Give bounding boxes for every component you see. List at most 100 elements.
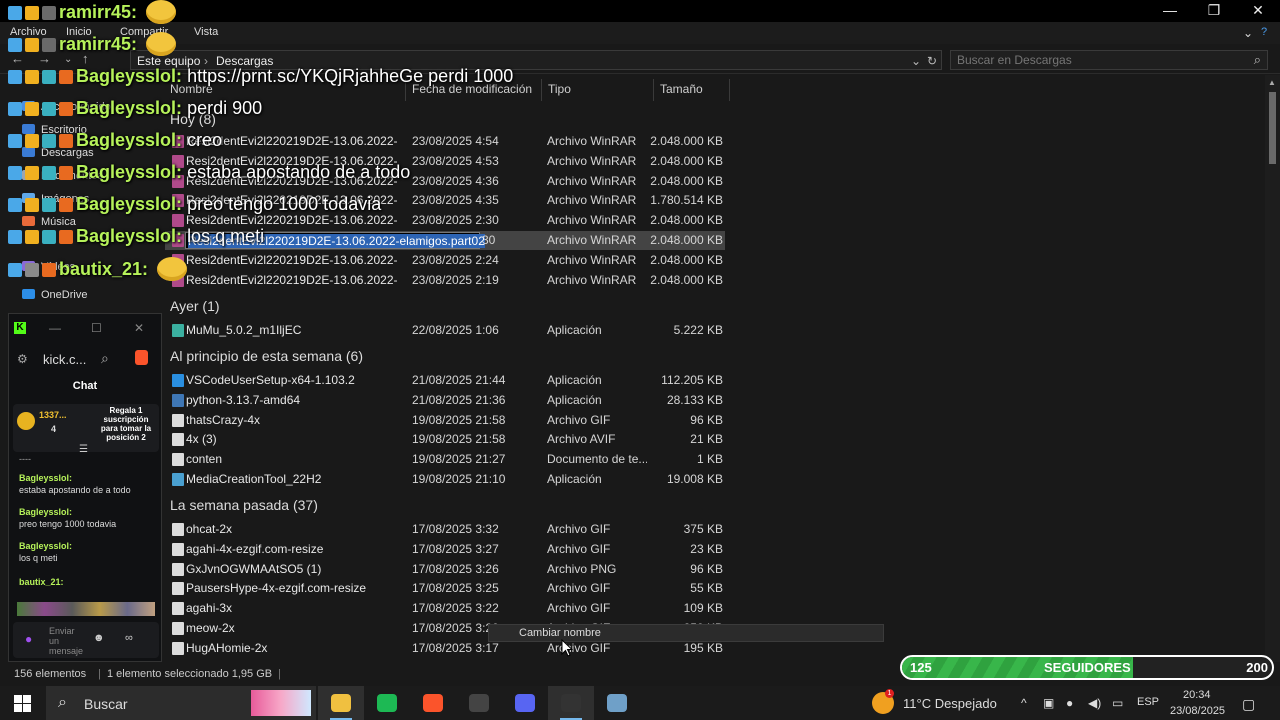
help-icon[interactable]: ? [1261,26,1267,38]
file-type: Archivo WinRAR [547,213,637,228]
vertical-scrollbar[interactable]: ▲ [1265,75,1280,662]
file-row[interactable]: thatsCrazy-4x 19/08/2025 21:58 Archivo GIF… [165,411,725,430]
chat-input[interactable]: ● Enviar un mensaje ☻ ∞ [13,622,159,658]
chat-input-placeholder: Enviar un mensaje [49,626,84,656]
clock-date[interactable]: 23/08/2025 [1170,705,1225,717]
file-name: MuMu_5.0.2_m1IljEC [186,323,302,337]
close-button[interactable]: ✕ [1236,0,1280,22]
file-type: Archivo GIF [547,522,611,536]
group-header[interactable]: Ayer (1) [170,298,220,314]
taskbar-search[interactable]: ⌕ Buscar [46,686,316,720]
column-header-size[interactable]: Tamaño [660,82,703,96]
mic-icon[interactable]: ● [25,632,32,646]
taskbar-app-obs[interactable] [456,686,502,720]
column-header-type[interactable]: Tipo [548,82,571,96]
chat-username: Bagleysslol: [76,130,183,150]
file-row[interactable]: MediaCreationTool_22H2 19/08/2025 21:10 Ap… [165,470,725,489]
taskbar-app-brave[interactable] [410,686,456,720]
ribbon-expand-icon[interactable]: ⌄ [1243,26,1253,40]
show-hidden-icons-icon[interactable]: ^ [1021,696,1027,710]
collapse-icon[interactable]: ☰ [79,444,88,455]
tray-app-icon[interactable]: ▣ [1043,696,1054,710]
file-row[interactable]: python-3.13.7-amd64 21/08/2025 21:36 Aplic… [165,391,725,410]
settings-icon[interactable]: ∞ [125,632,133,644]
brave-shield-icon[interactable] [135,350,148,365]
file-name: MediaCreationTool_22H2 [186,472,322,486]
popup-maximize-button[interactable]: ☐ [91,321,102,335]
start-button[interactable] [0,686,46,720]
popup-minimize-button[interactable]: — [49,321,61,335]
tab-vista[interactable]: Vista [194,26,218,38]
file-name: PausersHype-4x-ezgif.com-resize [186,581,367,596]
file-date: 19/08/2025 21:27 [412,452,506,467]
group-header[interactable]: La semana pasada (37) [170,497,318,513]
maximize-button[interactable]: ❐ [1192,0,1236,22]
search-input[interactable] [957,53,1237,67]
gift-icon [17,412,35,430]
badge-icon [25,230,39,244]
badge-icon [42,198,56,212]
site-settings-icon[interactable]: ⚙ [17,352,28,366]
file-size: 55 KB [690,581,723,596]
search-box[interactable]: ⌕ [950,50,1268,70]
file-date: 19/08/2025 21:10 [412,472,506,486]
scroll-up-icon[interactable]: ▲ [1268,78,1276,87]
overlay-chat-message: Bagleysslol: creo [8,130,222,160]
popup-close-button[interactable]: ✕ [134,321,144,335]
nav-item[interactable]: OneDrive [22,289,87,301]
file-row[interactable]: Resi2dentEvi2l220219D2E-13.06.2022-ela..… [165,132,725,151]
emote-strip[interactable] [17,602,155,616]
weather-text[interactable]: 11°C Despejado [903,696,997,711]
taskbar-app-spotify[interactable] [364,686,410,720]
taskbar-app-chrome-app[interactable] [548,686,594,720]
column-divider[interactable] [653,79,654,101]
file-row[interactable]: conten 19/08/2025 21:27 Documento de te...… [165,450,725,469]
emote-bar[interactable] [13,600,159,618]
file-name: meow-2x [186,621,235,635]
file-row[interactable]: ohcat-2x 17/08/2025 3:32 Archivo GIF 375 KB [165,520,725,539]
chat-message-text: https://prnt.sc/YKQjRjahheGe perdi 1000 [187,66,514,86]
file-row[interactable]: MuMu_5.0.2_m1IljEC 22/08/2025 1:06 Aplicac… [165,321,725,340]
column-divider[interactable] [729,79,730,101]
zoom-icon[interactable]: ⌕ [101,350,109,367]
popup-url[interactable]: kick.c... [43,352,86,367]
chat-username: Bagleysslol: [76,226,183,246]
file-row[interactable]: PausersHype-4x-ezgif.com-resize 17/08/202… [165,579,725,598]
scroll-thumb[interactable] [1269,92,1276,164]
file-row[interactable]: GxJvnOGWMAAtSO5 (1) 17/08/2025 3:26 Archiv… [165,560,725,579]
emote-picker-icon[interactable]: ☻ [93,632,105,644]
badge-icon [42,263,56,277]
taskbar-app-editor[interactable] [594,686,640,720]
file-row[interactable]: Resi2dentEvi2l220219D2E-13.06.2022-ela..… [165,271,725,290]
address-dropdown-icon[interactable]: ⌄ [911,54,921,68]
kick-chat-message: Bagleysslol: preo tengo 1000 todavia [19,506,116,530]
file-row[interactable]: 4x (3) 19/08/2025 21:58 Archivo AVIF 21 KB [165,430,725,449]
microphone-icon[interactable]: ● [1066,696,1073,710]
badge-icon [8,134,22,148]
badge-icon [8,38,22,52]
badge-icon [59,198,73,212]
group-header[interactable]: Al principio de esta semana (6) [170,348,363,364]
file-type: Archivo GIF [547,601,611,616]
chat-username: bautix_21: [59,259,149,279]
network-icon[interactable]: ▭ [1112,696,1123,710]
volume-icon[interactable]: ◀) [1088,696,1101,710]
refresh-icon[interactable]: ↻ [927,54,937,68]
file-name: HugAHomie-2x [186,640,268,655]
file-row[interactable]: VSCodeUserSetup-x64-1.103.2 21/08/2025 21… [165,371,725,390]
minimize-button[interactable]: — [1148,0,1192,22]
file-row[interactable]: agahi-4x-ezgif.com-resize 17/08/2025 3:27… [165,540,725,559]
notifications-icon[interactable]: ▢ [1242,696,1255,713]
language-indicator[interactable]: ESP [1137,696,1159,708]
file-date: 22/08/2025 1:06 [412,323,499,337]
column-divider[interactable] [541,79,542,101]
clock-time[interactable]: 20:34 [1183,689,1211,701]
search-icon: ⌕ [58,694,67,711]
file-date: 17/08/2025 3:20 [412,621,499,635]
file-size: 2.048.000 KB [650,134,723,148]
file-row[interactable]: agahi-3x 17/08/2025 3:22 Archivo GIF 109 KB [165,599,725,618]
overlay-chat-message: Bagleysslol: preo tengo 1000 todavia [8,194,381,224]
search-icon[interactable]: ⌕ [1254,52,1261,68]
taskbar-app-discord[interactable] [502,686,548,720]
taskbar-app-file-explorer[interactable] [318,686,364,720]
